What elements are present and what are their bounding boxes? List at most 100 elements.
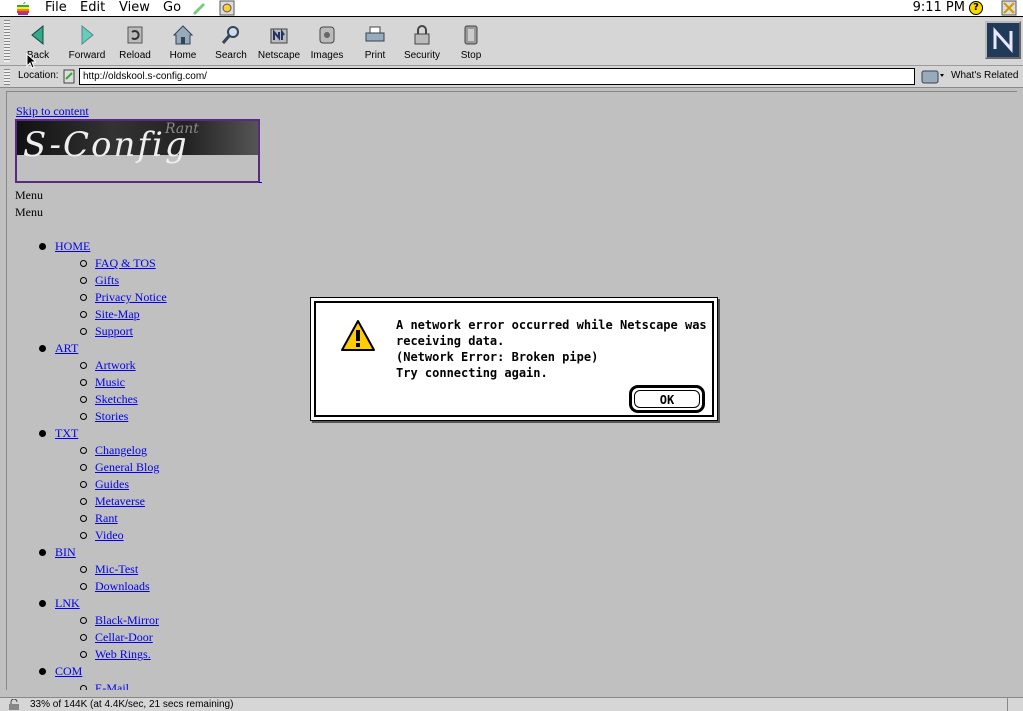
search-label: Search: [215, 50, 247, 61]
nav-subitem[interactable]: Music: [95, 375, 125, 390]
menu-label: Menu: [15, 188, 43, 202]
nav-subitem[interactable]: Web Rings.: [95, 647, 151, 662]
location-label: Location:: [18, 70, 59, 81]
warning-icon: [341, 320, 375, 351]
stop-label: Stop: [460, 50, 482, 61]
search-button[interactable]: Search: [205, 21, 257, 63]
site-banner[interactable]: S-Config Rant: [15, 119, 260, 183]
back-button[interactable]: Back: [12, 21, 64, 63]
nav-sub-bullet: [80, 583, 87, 590]
nav-subitem[interactable]: E-Mail: [95, 681, 129, 690]
nav-subitem[interactable]: Metaverse: [95, 494, 145, 509]
ok-label: OK: [634, 390, 700, 408]
nav-sub-bullet: [80, 277, 87, 284]
menu-go[interactable]: Go: [163, 0, 181, 16]
dialog-line: (Network Error: Broken pipe): [396, 350, 599, 364]
location-grip[interactable]: [4, 69, 10, 85]
whats-related-icon[interactable]: [921, 69, 945, 85]
nav-subitem[interactable]: Artwork: [95, 358, 136, 373]
nav-item-txt[interactable]: TXT: [55, 426, 78, 441]
status-bar: 33% of 144K (at 4.4K/sec, 21 secs remain…: [0, 697, 1023, 711]
nav-subitem[interactable]: Gifts: [95, 273, 119, 288]
dialog-line: A network error occurred while Netscape …: [396, 318, 707, 332]
reload-button[interactable]: Reload: [109, 21, 161, 63]
stop-button[interactable]: Stop: [445, 21, 497, 63]
menu-view[interactable]: View: [119, 0, 150, 16]
nav-bullet: [39, 430, 46, 437]
banner-text: S-Config: [23, 125, 189, 165]
toolbar-grip[interactable]: [4, 20, 10, 62]
forward-button[interactable]: Forward: [61, 21, 113, 63]
banner-link-underline: [259, 182, 262, 183]
apple-menu-icon[interactable]: [16, 1, 30, 15]
security-status-icon[interactable]: [8, 699, 20, 710]
security-button[interactable]: Security: [396, 21, 448, 63]
nav-subitem[interactable]: Changelog: [95, 443, 147, 458]
nav-subitem[interactable]: Site-Map: [95, 307, 140, 322]
nav-sub-bullet: [80, 634, 87, 641]
banner-rant: Rant: [165, 121, 199, 137]
back-arrow-icon: [31, 24, 44, 46]
print-button[interactable]: Print: [349, 21, 401, 63]
home-label: Home: [169, 50, 197, 61]
nav-subitem[interactable]: Support: [95, 324, 133, 339]
nav-sub-bullet: [80, 447, 87, 454]
url-input[interactable]: [79, 68, 915, 85]
home-icon: [172, 25, 194, 45]
images-button[interactable]: Images: [301, 21, 353, 63]
nav-sub-bullet: [80, 311, 87, 318]
network-error-dialog: A network error occurred while Netscape …: [310, 297, 718, 421]
nav-subitem[interactable]: Mic-Test: [95, 562, 138, 577]
netscape-throbber-icon[interactable]: [985, 21, 1021, 59]
nav-subitem[interactable]: Rant: [95, 511, 118, 526]
nav-subitem[interactable]: General Blog: [95, 460, 159, 475]
ok-button[interactable]: OK: [629, 385, 705, 413]
reload-label: Reload: [119, 50, 151, 61]
home-button[interactable]: Home: [157, 21, 209, 63]
netscape-button[interactable]: Netscape: [253, 21, 305, 63]
nav-sub-bullet: [80, 362, 87, 369]
nav-subitem[interactable]: Cellar-Door: [95, 630, 153, 645]
stop-icon: [464, 25, 478, 45]
status-text: 33% of 144K (at 4.4K/sec, 21 secs remain…: [30, 699, 234, 710]
dialog-message: A network error occurred while Netscape …: [396, 317, 707, 381]
mouse-cursor-icon: [26, 53, 36, 69]
nav-sub-bullet: [80, 498, 87, 505]
menu-file[interactable]: File: [45, 0, 67, 16]
images-icon: [319, 26, 335, 44]
security-lock-icon: [414, 25, 430, 45]
nav-sub-bullet: [80, 566, 87, 573]
nav-subitem[interactable]: Stories: [95, 409, 128, 424]
netscape-app-icon[interactable]: [1001, 0, 1017, 16]
nav-subitem[interactable]: Privacy Notice: [95, 290, 167, 305]
nav-sub-bullet: [80, 515, 87, 522]
nav-sub-bullet: [80, 651, 87, 658]
nav-item-art[interactable]: ART: [55, 341, 78, 356]
nav-item-bin[interactable]: BIN: [55, 545, 76, 560]
netscape-icon: [270, 28, 288, 44]
nav-item-home[interactable]: HOME: [55, 239, 90, 254]
nav-subitem[interactable]: Sketches: [95, 392, 138, 407]
nav-subitem[interactable]: FAQ & TOS: [95, 256, 156, 271]
whats-related-label[interactable]: What's Related: [951, 70, 1019, 81]
nav-item-com[interactable]: COM: [55, 664, 82, 679]
nav-sub-bullet: [80, 481, 87, 488]
nav-subitem[interactable]: Black-Mirror: [95, 613, 159, 628]
netscape-menu-icon[interactable]: [219, 0, 235, 16]
nav-subitem[interactable]: Video: [95, 528, 124, 543]
menu-edit[interactable]: Edit: [80, 0, 105, 16]
nav-subitem[interactable]: Guides: [95, 477, 129, 492]
help-icon[interactable]: ?: [969, 1, 983, 15]
resize-handle[interactable]: [1007, 698, 1021, 711]
nav-sub-bullet: [80, 532, 87, 539]
forward-label: Forward: [68, 50, 106, 61]
nav-subitem[interactable]: Downloads: [95, 579, 150, 594]
images-label: Images: [310, 50, 344, 61]
nav-item-lnk[interactable]: LNK: [55, 596, 80, 611]
page-proxy-icon[interactable]: [62, 69, 76, 84]
menu-label: Menu: [15, 205, 43, 219]
nav-sub-bullet: [80, 379, 87, 386]
composer-icon[interactable]: [191, 1, 207, 15]
skip-to-content-link[interactable]: Skip to content: [16, 104, 89, 119]
security-label: Security: [403, 50, 441, 61]
